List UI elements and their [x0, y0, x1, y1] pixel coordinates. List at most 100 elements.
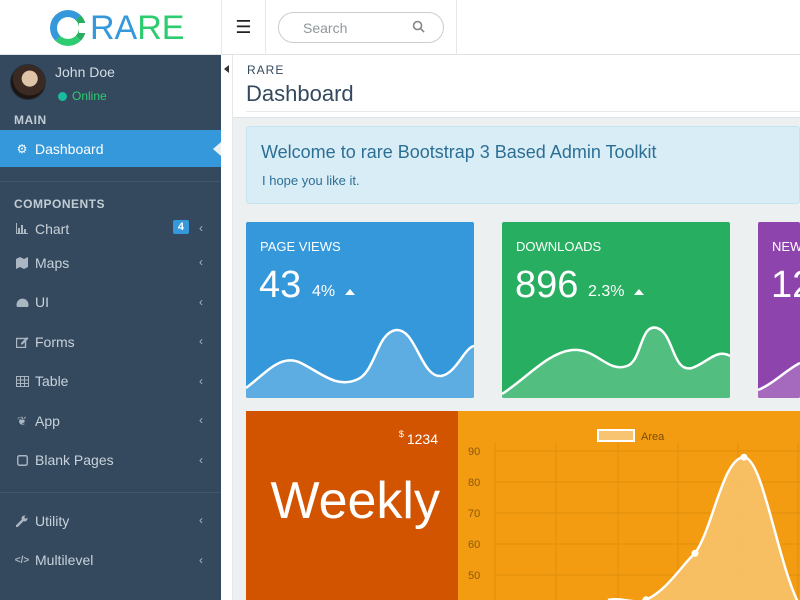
wrench-icon [15, 514, 29, 528]
alert-heading: Welcome to rare Bootstrap 3 Based Admin … [261, 142, 657, 162]
menu-toggle-button[interactable]: ☰ [221, 0, 266, 55]
user-panel: John Doe Online [0, 55, 221, 110]
bars-icon: ☰ [235, 17, 252, 37]
chevron-left-icon: ‹ [199, 334, 203, 348]
currency-symbol: $ [398, 429, 404, 439]
stat-change: 2.3% [588, 283, 625, 300]
legend-label: Area [641, 431, 665, 443]
logo-text-part2: RE [137, 8, 185, 47]
weekly-panel: $1234 Weekly [246, 411, 458, 600]
data-point [740, 453, 748, 461]
leaf-icon: ❦ [16, 413, 28, 428]
chevron-left-icon: ‹ [199, 294, 203, 309]
sidebar-item-label: Dashboard [35, 140, 104, 157]
stat-value: 896 [515, 264, 579, 306]
arrow-up-icon [345, 289, 355, 295]
breadcrumb[interactable]: RARE [247, 63, 284, 77]
page-title: Dashboard [246, 81, 354, 106]
y-tick-label: 60 [468, 539, 480, 551]
brand-logo[interactable]: RARE [0, 0, 221, 55]
section-components-label: COMPONENTS [14, 197, 106, 211]
area-chart: 50 60 70 80 90 Area [468, 429, 800, 600]
logo-text-part1: RA [90, 8, 138, 47]
sidebar-item-label: UI [35, 294, 49, 311]
data-point [691, 549, 699, 557]
sidebar-item-multilevel[interactable]: </> Multilevel ‹ [0, 541, 221, 581]
sidebar-item-label: Table [35, 373, 69, 390]
sidebar-item-label: Utility [35, 512, 70, 529]
topbar-divider [456, 0, 457, 55]
chart-count-badge: 4 [172, 220, 189, 234]
search-input[interactable] [303, 19, 413, 36]
stat-label: NEW [772, 239, 800, 254]
sidebar-item-blank-pages[interactable]: Blank Pages ‹ [0, 441, 221, 481]
caret-left-icon [224, 65, 229, 73]
new-sparkline [758, 361, 800, 398]
y-tick-label: 70 [468, 508, 480, 520]
sidebar-item-chart[interactable]: Chart 4 ‹ [0, 214, 221, 243]
chevron-left-icon: ‹ [199, 552, 203, 567]
section-main-label: MAIN [14, 113, 47, 127]
sidebar-item-ui[interactable]: UI ‹ [0, 283, 221, 323]
area-fill [608, 457, 800, 600]
chevron-left-icon: ‹ [199, 373, 203, 388]
sidebar-item-maps[interactable]: Maps ‹ [0, 243, 221, 283]
data-point [642, 596, 650, 600]
chevron-left-icon: ‹ [199, 413, 203, 427]
downloads-sparkline [502, 326, 730, 398]
sidebar-item-table[interactable]: Table ‹ [0, 362, 221, 402]
table-icon [15, 374, 29, 388]
sidebar-item-dashboard[interactable]: ⚙ Dashboard [0, 130, 221, 167]
sidebar-item-forms[interactable]: Forms ‹ [0, 322, 221, 362]
stat-label: PAGE VIEWS [260, 239, 341, 254]
user-name: John Doe [55, 64, 115, 80]
page-views-sparkline [246, 328, 474, 398]
online-dot-icon [58, 91, 67, 101]
alert-text: I hope you like it. [262, 173, 360, 188]
code-icon: </> [14, 554, 30, 566]
page-header: RARE Dashboard [233, 55, 800, 118]
sidebar-item-label: Multilevel [35, 552, 94, 569]
y-tick-label: 90 [468, 446, 480, 458]
chevron-left-icon: ‹ [199, 513, 203, 527]
sidebar-item-label: Blank Pages [35, 452, 114, 469]
chevron-left-icon: ‹ [199, 221, 203, 235]
dashboard-icon [15, 295, 29, 309]
sidebar-item-app[interactable]: ❦ App ‹ [0, 401, 221, 441]
edit-icon [15, 335, 29, 349]
weekly-label: Weekly [270, 472, 440, 530]
square-icon [15, 453, 29, 467]
weekly-amount: $1234 [398, 429, 438, 447]
sidebar-item-utility[interactable]: Utility ‹ [0, 501, 221, 541]
stat-card-new[interactable]: NEW 12 [758, 222, 800, 398]
user-status: Online [58, 89, 107, 103]
map-icon [15, 256, 29, 270]
chevron-left-icon: ‹ [199, 452, 203, 467]
stat-card-downloads[interactable]: DOWNLOADS 896 2.3% [502, 222, 730, 398]
sidebar-item-label: Chart [35, 220, 70, 237]
sidebar-collapse-handle[interactable] [221, 55, 233, 600]
sidebar-item-label: Maps [35, 254, 70, 271]
header-rule [246, 111, 800, 112]
y-tick-label: 50 [468, 570, 480, 582]
legend-swatch [597, 429, 635, 442]
sidebar-item-label: Forms [35, 333, 75, 350]
area-chart-panel: 50 60 70 80 90 Area [458, 411, 800, 600]
stat-card-page-views[interactable]: PAGE VIEWS 43 4% [246, 222, 474, 398]
stat-label: DOWNLOADS [516, 239, 602, 254]
stat-value: 12 [771, 264, 800, 306]
sidebar: John Doe Online MAIN ⚙ Dashboard COMPONEN… [0, 55, 221, 600]
logo-mark-icon [50, 9, 89, 46]
avatar[interactable] [10, 64, 46, 100]
bar-chart-icon [15, 222, 29, 236]
welcome-alert: Welcome to rare Bootstrap 3 Based Admin … [246, 126, 800, 204]
sidebar-item-label: App [35, 412, 60, 429]
y-tick-label: 80 [468, 477, 480, 489]
stat-value: 43 [259, 264, 302, 306]
search-box[interactable] [278, 12, 444, 43]
top-navbar: RARE ☰ [0, 0, 800, 55]
chevron-left-icon: ‹ [199, 255, 203, 269]
arrow-up-icon [634, 289, 644, 295]
cogs-icon: ⚙ [16, 141, 28, 156]
search-icon[interactable] [412, 20, 425, 33]
